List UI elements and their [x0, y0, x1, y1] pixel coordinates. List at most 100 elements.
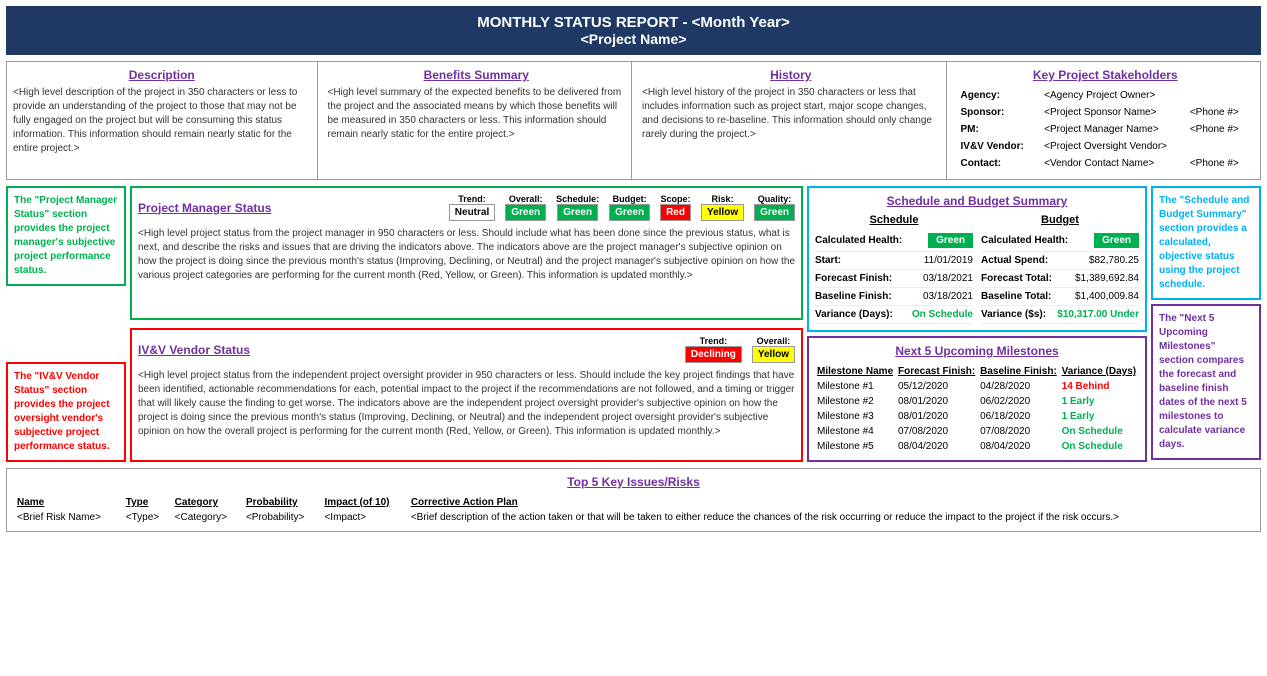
ivv-overall-value: Yellow	[752, 346, 795, 363]
schedule-forecast-value: 03/18/2021	[923, 273, 973, 284]
overall-value: Green	[505, 204, 546, 221]
description-text: <High level description of the project i…	[13, 86, 311, 156]
header-title: MONTHLY STATUS REPORT - <Month Year>	[10, 14, 1257, 31]
schedule-start-label: Start:	[815, 255, 841, 266]
risks-header-row: Name Type Category Probability Impact (o…	[13, 495, 1254, 510]
risks-col-probability: Probability	[242, 495, 321, 510]
risks-col-type: Type	[122, 495, 171, 510]
schedule-start-row: Start: 11/01/2019	[815, 252, 973, 270]
milestones-box: Next 5 Upcoming Milestones Milestone Nam…	[807, 336, 1147, 462]
budget-col-title: Budget	[981, 214, 1139, 226]
budget-health-label: Calculated Health:	[981, 235, 1068, 246]
milestone-variance-1: 14 Behind	[1060, 379, 1139, 394]
stakeholders-table: Agency: <Agency Project Owner> Sponsor: …	[957, 86, 1255, 173]
agency-value: <Agency Project Owner>	[1042, 88, 1186, 103]
annotation-ivv-text: The "IV&V Vendor Status" section provide…	[14, 371, 110, 452]
milestones-table: Milestone Name Forecast Finish: Baseline…	[815, 364, 1139, 454]
agency-label: Agency:	[959, 88, 1041, 103]
budget-variance-value: $10,317.00 Under	[1057, 309, 1139, 320]
schedule-label: Schedule:	[556, 194, 599, 204]
stakeholder-row-pm: PM: <Project Manager Name> <Phone #>	[959, 122, 1253, 137]
annotation-milestones-text: The "Next 5 Upcoming Milestones" section…	[1159, 313, 1247, 450]
risk-label: Risk:	[712, 194, 734, 204]
ivv-trend-badge-wrapper: Trend: Declining	[685, 336, 742, 363]
milestone-name-4: Milestone #4	[815, 424, 896, 439]
budget-value: Green	[609, 204, 650, 221]
right-annotations: The "Schedule and Budget Summary" sectio…	[1151, 186, 1261, 462]
quality-badge-wrapper: Quality: Green	[754, 194, 795, 221]
sponsor-value: <Project Sponsor Name>	[1042, 105, 1186, 120]
header: MONTHLY STATUS REPORT - <Month Year> <Pr…	[6, 6, 1261, 55]
milestone-row-3: Milestone #3 08/01/2020 06/18/2020 1 Ear…	[815, 409, 1139, 424]
budget-health-row: Calculated Health: Green	[981, 230, 1139, 252]
scope-value: Red	[660, 204, 691, 221]
top-section: Description <High level description of t…	[6, 61, 1261, 180]
budget-label: Budget:	[613, 194, 647, 204]
budget-variance-label: Variance ($s):	[981, 309, 1046, 320]
pm-status-title: Project Manager Status	[138, 201, 271, 215]
budget-col: Budget Calculated Health: Green Actual S…	[981, 214, 1139, 324]
milestone-row-5: Milestone #5 08/04/2020 08/04/2020 On Sc…	[815, 439, 1139, 454]
schedule-variance-row: Variance (Days): On Schedule	[815, 306, 973, 324]
page: MONTHLY STATUS REPORT - <Month Year> <Pr…	[0, 0, 1267, 538]
sponsor-phone: <Phone #>	[1188, 105, 1252, 120]
milestone-name-5: Milestone #5	[815, 439, 896, 454]
budget-baseline-value: $1,400,009.84	[1075, 291, 1139, 302]
risk-value: Yellow	[701, 204, 744, 221]
schedule-health-row: Calculated Health: Green	[815, 230, 973, 252]
milestone-variance-5: On Schedule	[1060, 439, 1139, 454]
pm-status-box: Project Manager Status Trend: Neutral Ov…	[130, 186, 803, 320]
budget-actual-label: Actual Spend:	[981, 255, 1048, 266]
annotation-sb-box: The "Schedule and Budget Summary" sectio…	[1151, 186, 1261, 300]
col-name: Milestone Name	[815, 364, 896, 379]
annotation-sb-text: The "Schedule and Budget Summary" sectio…	[1159, 195, 1249, 290]
milestone-baseline-3: 06/18/2020	[978, 409, 1060, 424]
overall-label: Overall:	[509, 194, 543, 204]
pm-ivv-column: Project Manager Status Trend: Neutral Ov…	[130, 186, 803, 462]
ivv-status-header: IV&V Vendor Status Trend: Declining Over…	[138, 336, 795, 363]
schedule-baseline-row: Baseline Finish: 03/18/2021	[815, 288, 973, 306]
annotation-milestones-box: The "Next 5 Upcoming Milestones" section…	[1151, 304, 1261, 460]
description-title: Description	[13, 68, 311, 82]
milestone-name-2: Milestone #2	[815, 394, 896, 409]
schedule-baseline-label: Baseline Finish:	[815, 291, 892, 302]
milestones-header-row: Milestone Name Forecast Finish: Baseline…	[815, 364, 1139, 379]
milestone-variance-3: 1 Early	[1060, 409, 1139, 424]
description-box: Description <High level description of t…	[7, 62, 318, 179]
pm-status-text: <High level project status from the proj…	[138, 227, 795, 283]
budget-forecast-label: Forecast Total:	[981, 273, 1052, 284]
milestone-forecast-3: 08/01/2020	[896, 409, 978, 424]
risks-col-impact: Impact (of 10)	[320, 495, 406, 510]
risk-name: <Brief Risk Name>	[13, 510, 122, 525]
schedule-budget-box: Schedule and Budget Summary Schedule Cal…	[807, 186, 1147, 332]
schedule-variance-label: Variance (Days):	[815, 309, 893, 320]
schedule-col: Schedule Calculated Health: Green Start:…	[815, 214, 973, 324]
budget-health-value: Green	[1094, 233, 1139, 248]
annotation-pm-text: The "Project Manager Status" section pro…	[14, 195, 117, 276]
header-subtitle: <Project Name>	[10, 31, 1257, 47]
quality-value: Green	[754, 204, 795, 221]
col-forecast: Forecast Finish:	[896, 364, 978, 379]
trend-label: Trend:	[458, 194, 486, 204]
pm-label: PM:	[959, 122, 1041, 137]
risk-type: <Type>	[122, 510, 171, 525]
budget-baseline-row: Baseline Total: $1,400,009.84	[981, 288, 1139, 306]
milestone-forecast-2: 08/01/2020	[896, 394, 978, 409]
stakeholders-title: Key Project Stakeholders	[957, 68, 1255, 82]
risk-row: <Brief Risk Name> <Type> <Category> <Pro…	[13, 510, 1254, 525]
milestone-forecast-4: 07/08/2020	[896, 424, 978, 439]
milestone-baseline-2: 06/02/2020	[978, 394, 1060, 409]
bottom-title: Top 5 Key Issues/Risks	[13, 475, 1254, 489]
stakeholder-row-ivv: IV&V Vendor: <Project Oversight Vendor>	[959, 139, 1253, 154]
milestone-variance-4: On Schedule	[1060, 424, 1139, 439]
ivv-status-text: <High level project status from the inde…	[138, 369, 795, 439]
trend-value: Neutral	[449, 204, 495, 221]
stakeholders-box: Key Project Stakeholders Agency: <Agency…	[951, 62, 1261, 179]
milestone-row-2: Milestone #2 08/01/2020 06/02/2020 1 Ear…	[815, 394, 1139, 409]
stakeholder-row-sponsor: Sponsor: <Project Sponsor Name> <Phone #…	[959, 105, 1253, 120]
quality-label: Quality:	[758, 194, 792, 204]
budget-baseline-label: Baseline Total:	[981, 291, 1051, 302]
trend-badge-wrapper: Trend: Neutral	[449, 194, 495, 221]
milestone-name-1: Milestone #1	[815, 379, 896, 394]
col-variance: Variance (Days)	[1060, 364, 1139, 379]
